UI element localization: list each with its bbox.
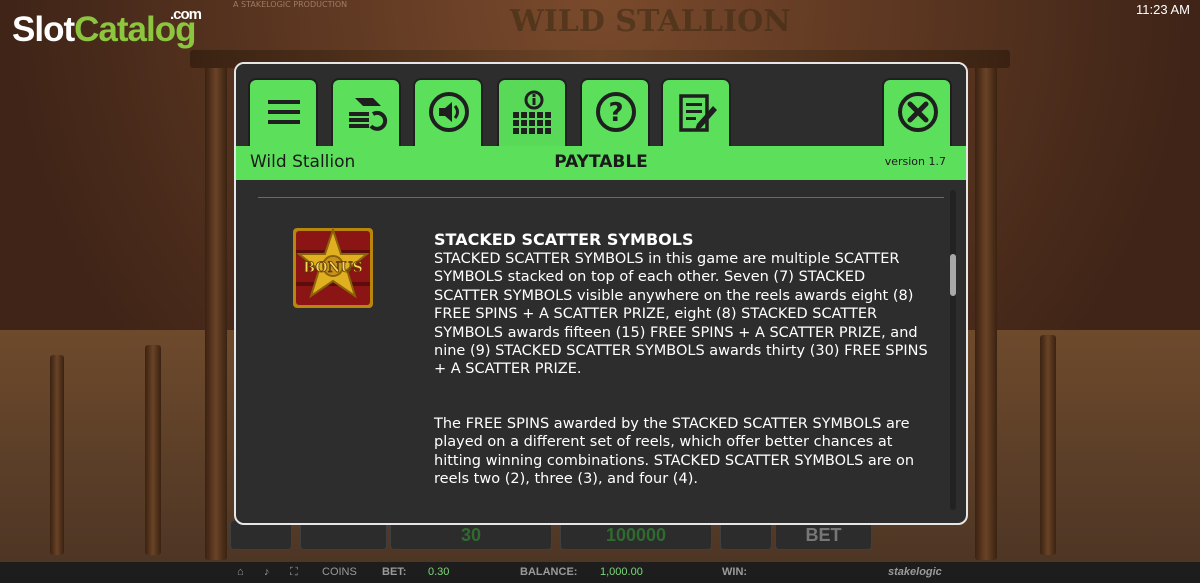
tab-paytable[interactable] — [497, 78, 567, 146]
tab-autoplay[interactable] — [331, 78, 401, 146]
fullscreen-icon[interactable]: ⛶ — [290, 566, 298, 579]
title-strip: Wild Stallion PAYTABLE version 1.7 — [236, 146, 966, 180]
bonus-symbol: BONUS — [293, 226, 373, 308]
scrollbar-thumb[interactable] — [950, 254, 956, 296]
balance-label: BALANCE: — [520, 566, 578, 578]
tab-history[interactable] — [661, 78, 731, 146]
help-icon: ? — [596, 92, 636, 132]
paragraph-free-spins: The FREE SPINS awarded by the STACKED SC… — [434, 416, 915, 488]
paragraph-stacked-scatter: STACKED SCATTER SYMBOLS in this game are… — [434, 251, 928, 378]
tab-menu[interactable] — [248, 78, 318, 146]
coins-label[interactable]: COINS — [322, 566, 357, 578]
close-icon — [898, 92, 938, 132]
status-bar: ⌂ ♪ ⛶ COINS BET: 0.30 BALANCE: 1,000.00 … — [0, 562, 1200, 583]
win-label: WIN: — [722, 566, 748, 578]
clock: 11:23 AM — [1136, 2, 1190, 17]
paytable-content: BONUS STACKED SCATTER SYMBOLS STACKED SC… — [236, 180, 966, 523]
section-heading: STACKED SCATTER SYMBOLS — [434, 230, 694, 249]
brand-label: stakelogic — [888, 566, 942, 578]
paytable-dialog: ? Wild Stallion PAYTABLE version 1.7 BON… — [234, 62, 968, 525]
game-title: WILD STALLION — [510, 4, 791, 39]
balance-value: 1,000.00 — [600, 566, 643, 578]
tab-help[interactable]: ? — [580, 78, 650, 146]
watermark-slot: Slot — [12, 10, 75, 49]
autoplay-icon — [349, 98, 388, 131]
tab-sound[interactable] — [413, 78, 483, 146]
menu-icon — [268, 100, 300, 124]
fence-post-right — [975, 60, 997, 560]
svg-text:?: ? — [608, 98, 623, 128]
home-icon[interactable]: ⌂ — [237, 566, 244, 578]
fence-post-mid-left — [145, 345, 161, 555]
fence-post-mid-right — [1040, 335, 1056, 555]
provider-label: A STAKELOGIC PRODUCTION — [233, 0, 348, 9]
tab-close[interactable] — [882, 78, 952, 146]
slotcatalog-watermark: SlotCatalog .com — [12, 6, 202, 50]
bonus-symbol-label: BONUS — [303, 260, 362, 276]
version-label: version 1.7 — [884, 155, 946, 168]
section-title: PAYTABLE — [554, 152, 648, 172]
tab-bar: ? — [236, 64, 966, 148]
fence-post-far-left — [50, 355, 64, 555]
sound-icon — [429, 92, 469, 132]
watermark-com: .com — [170, 6, 202, 23]
volume-icon[interactable]: ♪ — [264, 566, 270, 578]
scrollbar-track[interactable] — [950, 190, 956, 510]
history-icon — [679, 94, 717, 132]
paytable-icon — [513, 90, 551, 134]
bet-value: 0.30 — [428, 566, 450, 578]
fence-post-left — [205, 60, 227, 560]
bet-label: BET: — [382, 566, 407, 578]
divider — [258, 197, 944, 198]
